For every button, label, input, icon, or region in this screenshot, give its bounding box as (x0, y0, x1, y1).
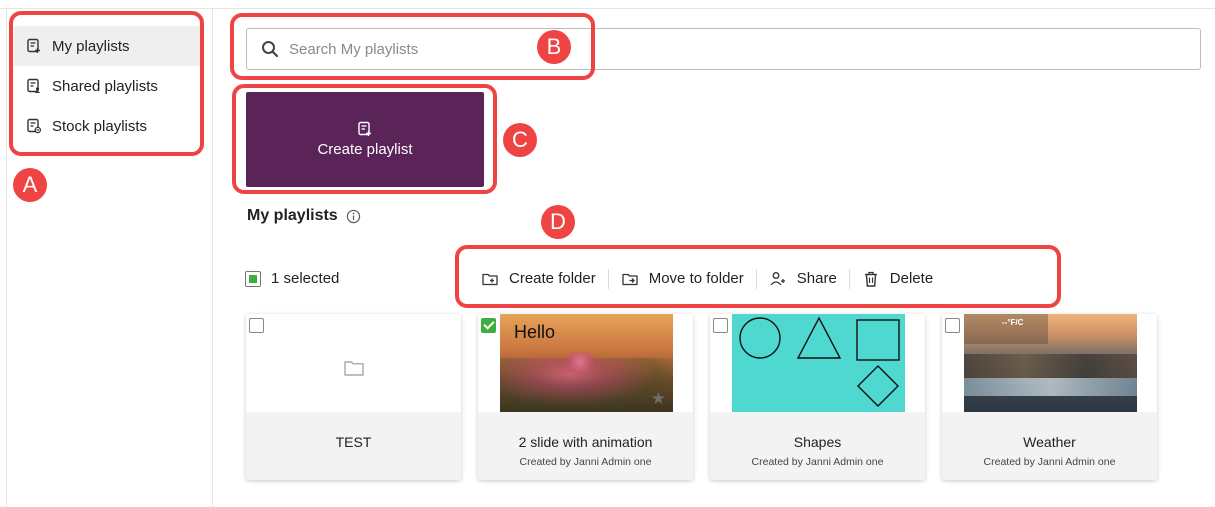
search-input[interactable] (289, 40, 1089, 58)
shared-playlist-icon (26, 78, 42, 94)
card-checkbox[interactable] (481, 318, 496, 333)
temperature-text: --°F/C (1002, 318, 1024, 327)
selection-count: 1 selected (271, 270, 340, 287)
folder-add-icon (482, 273, 498, 285)
move-to-folder-label: Move to folder (648, 270, 744, 287)
card-creator: Created by Janni Admin one (751, 456, 884, 468)
sidebar-divider (212, 8, 213, 507)
top-divider (0, 8, 1215, 9)
card-footer: TEST (246, 412, 461, 480)
stock-playlist-icon (26, 118, 42, 134)
action-toolbar: Create folder Move to folder Share Delet… (469, 260, 945, 297)
selection-summary: 1 selected (245, 270, 339, 287)
share-button[interactable]: Share (757, 267, 849, 291)
card-footer: Shapes Created by Janni Admin one (710, 412, 925, 480)
card-thumbnail (732, 314, 905, 412)
section-title: My playlists (247, 207, 361, 225)
page-title: My playlists (247, 207, 338, 224)
card-footer: Weather Created by Janni Admin one (942, 412, 1157, 480)
move-to-folder-button[interactable]: Move to folder (609, 267, 756, 291)
sidebar-item-my-playlists[interactable]: My playlists (14, 26, 200, 66)
playlist-card-weather[interactable]: --°F/C Weather Created by Janni Admin on… (942, 314, 1157, 480)
card-thumbnail: --°F/C (964, 314, 1137, 412)
folder-move-icon (622, 273, 638, 285)
shapes-graphic (739, 316, 900, 407)
star-icon[interactable]: ★ (651, 389, 666, 409)
folder-icon (343, 361, 364, 376)
sidebar-item-shared-playlists[interactable]: Shared playlists (14, 66, 200, 106)
delete-button[interactable]: Delete (850, 267, 945, 291)
card-creator: Created by Janni Admin one (983, 456, 1116, 468)
info-icon[interactable] (346, 209, 361, 224)
playlist-add-icon (358, 121, 371, 136)
sidebar-item-label: My playlists (52, 37, 130, 55)
thumbnail-text: Hello (514, 322, 556, 342)
left-divider (6, 8, 7, 507)
card-footer: 2 slide with animation Created by Janni … (478, 412, 693, 480)
share-user-icon (770, 271, 785, 285)
card-title: TEST (335, 434, 372, 450)
annotation-label-d: D (541, 205, 575, 239)
create-folder-button[interactable]: Create folder (469, 267, 608, 291)
search-icon (262, 41, 279, 58)
select-all-checkbox[interactable] (245, 270, 261, 287)
card-title: Shapes (793, 434, 842, 450)
card-checkbox[interactable] (713, 318, 728, 333)
sidebar-item-label: Stock playlists (52, 117, 148, 135)
sidebar-item-label: Shared playlists (52, 77, 158, 95)
card-thumbnail (246, 314, 461, 412)
card-checkbox[interactable] (249, 318, 264, 333)
playlist-card-test[interactable]: TEST (246, 314, 461, 480)
card-creator: Created by Janni Admin one (519, 456, 652, 468)
playlist-add-icon (26, 38, 42, 54)
create-playlist-button[interactable]: Create playlist (246, 92, 484, 187)
trash-icon (864, 271, 877, 287)
card-thumbnail: Hello ★ (500, 314, 673, 412)
annotation-label-b: B (537, 30, 571, 64)
delete-label: Delete (889, 270, 934, 287)
card-checkbox[interactable] (945, 318, 960, 333)
create-folder-label: Create folder (509, 270, 596, 287)
annotation-label-c: C (503, 123, 537, 157)
sidebar: My playlists Shared playlists Stock play… (14, 26, 200, 146)
annotation-label-a: A (13, 168, 47, 202)
sidebar-item-stock-playlists[interactable]: Stock playlists (14, 106, 200, 146)
playlist-card-shapes[interactable]: Shapes Created by Janni Admin one (710, 314, 925, 480)
card-title: 2 slide with animation (518, 434, 653, 450)
create-playlist-label: Create playlist (317, 141, 413, 158)
playlist-card-2-slide[interactable]: Hello ★ 2 slide with animation Created b… (478, 314, 693, 480)
card-title: Weather (1023, 434, 1076, 450)
share-label: Share (796, 270, 837, 287)
search-bar (246, 28, 1201, 70)
